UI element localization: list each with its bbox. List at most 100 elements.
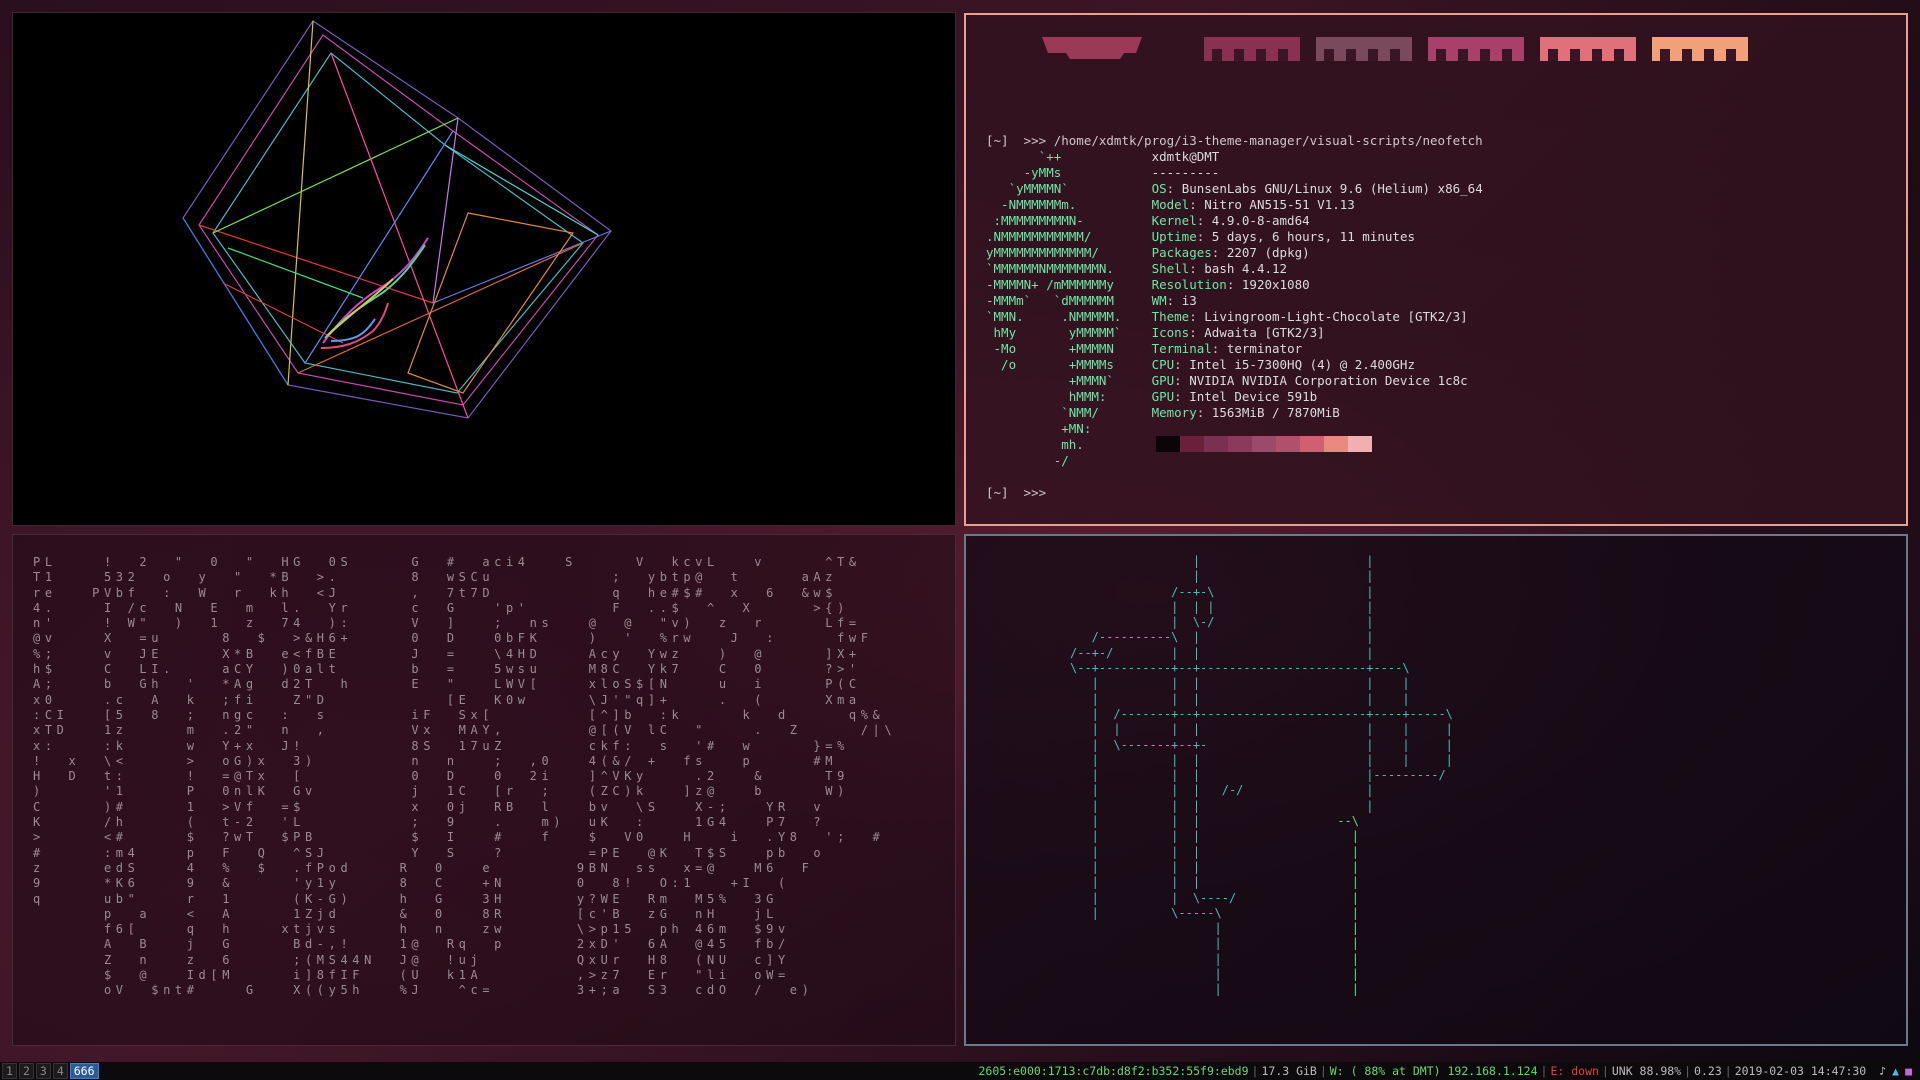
distro-logo-line: `yMMMMN` <box>986 181 1152 196</box>
neofetch-line: `yMMMMN` OS: BunsenLabs GNU/Linux 9.6 (H… <box>986 181 1483 196</box>
matrix-characters: PL ! 2 " 0 " HG 0S G # aci4 S V kcvL v ^… <box>33 555 896 999</box>
info-key: Uptime <box>1151 229 1197 244</box>
matrix-row: T1 532 o y " *B >. 8 wSCu ; ybtp@ t aAz <box>33 570 838 585</box>
matrix-row: ) '1 P 0nlK Gv j 1C [r ; (ZC)k ]z@ b W) <box>33 784 849 799</box>
distro-logo-line: +MN: <box>986 421 1152 436</box>
matrix-row: p a < A 1Zjd & 0 8R [c'B zG nH jL <box>33 906 778 921</box>
matrix-row: # :m4 p F Q ^SJ Y S ? =PE @K T$S pb o <box>33 845 826 860</box>
info-value: 1920x1080 <box>1241 277 1310 292</box>
distro-logo-line: -Mo +MMMMN <box>986 341 1152 356</box>
matrix-row: ! x \< > oG)x 3) n n ; ,0 4(&/ + fs p #M <box>33 753 838 768</box>
matrix-row: x0 .c A k ;fi Z"D [E K0w \J'"q]+ . ( Xma <box>33 692 861 707</box>
neofetch-line: -MMMMN+ /mMMMMMMy Resolution: 1920x1080 <box>986 277 1310 292</box>
pipes-terminal-window[interactable]: | | | | /--+-\ | | | | | | \-/ | /------… <box>964 534 1908 1046</box>
matrix-row: 9 *K6 9 & 'y1y 8 C +N 0 8! O:1 +I ( <box>33 876 790 891</box>
palette-swatch <box>1180 436 1204 452</box>
info-value: NVIDIA NVIDIA Corporation Device 1c8c <box>1189 373 1468 388</box>
matrix-row: Z n z 6 ;(MS44N J@ !uj QxUr H8 (NU c]Y <box>33 952 790 967</box>
header-block <box>1316 37 1412 61</box>
matrix-row: PL ! 2 " 0 " HG 0S G # aci4 S V kcvL v ^… <box>33 555 861 569</box>
header-block <box>1428 37 1524 61</box>
status-blocks: 2605:e000:1713:c7db:d8f2:b352:55f9:ebd9 |… <box>978 1062 1913 1080</box>
ipv6-address: 2605:e000:1713:c7db:d8f2:b352:55f9:ebd9 <box>978 1064 1249 1078</box>
distro-logo-line: :MMMMMMMMMN- <box>986 213 1152 228</box>
palette-swatch <box>1252 436 1276 452</box>
workspace-switcher[interactable]: 1 2 3 4 666 <box>2 1063 101 1079</box>
matrix-row: $ @ Id[M i]8fIF (U k1A ,>z7 Er "li oW= <box>33 968 790 983</box>
neofetch-line: `++ xdmtk@DMT <box>986 149 1220 164</box>
neofetch-terminal-window[interactable]: [~] >>> /home/xdmtk/prog/i3-theme-manage… <box>964 13 1908 526</box>
ethernet-status: E: down <box>1550 1064 1599 1078</box>
network-tray-icon[interactable]: ▲ <box>1886 1062 1899 1080</box>
info-key: GPU <box>1151 373 1175 388</box>
matrix-row: re PVbf : W r kh <J , 7t7D q he#$# x 6 &… <box>33 585 838 600</box>
info-key: Memory <box>1151 405 1197 420</box>
info-value: bash 4.4.12 <box>1204 261 1288 276</box>
neofetch-line: +MN: <box>986 421 1152 436</box>
info-key: Icons <box>1151 325 1190 340</box>
info-value: Adwaita [GTK2/3] <box>1204 325 1325 340</box>
info-value: 1563MiB / 7870MiB <box>1211 405 1340 420</box>
info-divider: --------- <box>1151 165 1220 180</box>
tray-app-icon[interactable]: ■ <box>1899 1062 1912 1080</box>
info-value: Intel Device 591b <box>1189 389 1318 404</box>
prompt-command: [~] >>> /home/xdmtk/prog/i3-theme-manage… <box>986 133 1483 148</box>
palette-swatch <box>1204 436 1228 452</box>
workspace-button-4[interactable]: 4 <box>52 1063 68 1079</box>
info-key: WM <box>1151 293 1167 308</box>
info-key: OS <box>1151 181 1167 196</box>
workspace-button-3[interactable]: 3 <box>35 1063 51 1079</box>
matrix-row: z edS 4 % $ .fPod R 0 e 9BN ss x=@ M6 F <box>33 860 814 875</box>
palette-swatch <box>1228 436 1252 452</box>
info-value: 5 days, 6 hours, 11 minutes <box>1211 229 1415 244</box>
info-key: CPU <box>1151 357 1175 372</box>
distro-logo-line: `++ <box>986 149 1152 164</box>
matrix-row: h$ C LI. aCY )0alt b = 5wsu M8C Yk7 C 0 … <box>33 662 861 677</box>
cube-visualizer-window[interactable] <box>12 12 956 526</box>
palette-swatch <box>1300 436 1324 452</box>
info-key: GPU <box>1151 389 1175 404</box>
wifi-status: W: ( 88% at DMT) 192.168.1.124 <box>1329 1064 1538 1078</box>
palette-swatch <box>1348 436 1372 452</box>
clock: 2019-02-03 14:47:30 <box>1734 1064 1867 1078</box>
matrix-row: x: :k w Y+x J! 8S 17uZ ckf: s '# w }=% <box>33 738 849 753</box>
distro-logo-line: .NMMMMMMMMMMM/ <box>986 229 1152 244</box>
distro-logo-line: -MMMm` `dMMMMMM <box>986 293 1152 308</box>
neofetch-line: -NMMMMMMm. Model: Nitro AN515-51 V1.13 <box>986 197 1355 212</box>
distro-logo-line: hMy yMMMMM` <box>986 325 1152 340</box>
distro-logo-line: -NMMMMMMm. <box>986 197 1152 212</box>
distro-logo-line: -/ <box>986 453 1152 468</box>
workspace-button-1[interactable]: 1 <box>2 1063 17 1079</box>
info-value: terminator <box>1226 341 1303 356</box>
distro-logo-line: mh. <box>986 437 1152 452</box>
info-value: Nitro AN515-51 V1.13 <box>1204 197 1355 212</box>
palette-swatch <box>1324 436 1348 452</box>
distro-logo-line: -yMMs <box>986 165 1152 180</box>
neofetch-line: hMMM: GPU: Intel Device 591b <box>986 389 1318 404</box>
distro-logo-line: -MMMMN+ /mMMMMMMy <box>986 277 1152 292</box>
distro-logo-line: yMMMMMMMMMMMMM/ <box>986 245 1152 260</box>
i3-status-bar: 1 2 3 4 666 2605:e000:1713:c7db:d8f2:b352:55… <box>0 1062 1920 1080</box>
neofetch-line: -yMMs --------- <box>986 165 1220 180</box>
neofetch-line: -/ <box>986 453 1152 468</box>
matrix-row: oV $nt# G X((y5h %J ^c= 3+;a S3 cdO / e) <box>33 983 814 998</box>
matrix-row: A B j G Bd-,! 1@ Rq p 2xD' 6A @45 fb/ <box>33 937 790 952</box>
neofetch-line: :MMMMMMMMMN- Kernel: 4.9.0-8-amd64 <box>986 213 1310 228</box>
volume-icon[interactable]: ♪ <box>1879 1062 1886 1080</box>
header-block <box>1204 37 1300 61</box>
neofetch-line: -Mo +MMMMN Terminal: terminator <box>986 341 1303 356</box>
pipes-ascii-art: | | | | /--+-\ | | | | | | \-/ | /------… <box>1070 554 1453 997</box>
neofetch-line: hMy yMMMMM` Icons: Adwaita [GTK2/3] <box>986 325 1325 340</box>
distro-logo-line: `MMN. .NMMMMM. <box>986 309 1152 324</box>
matrix-row: xTD 1z m .2" n , Vx MAY, @[(V lC " . Z /… <box>33 723 897 738</box>
load-average: 0.23 <box>1694 1064 1722 1078</box>
neofetch-line: `MMMMMMNMMMMMMMN. Shell: bash 4.4.12 <box>986 261 1288 276</box>
info-key: Shell <box>1151 261 1190 276</box>
matrix-row: > <# $ ?wT $PB $ I # f $ V0 H i .Y8 '; # <box>33 830 885 845</box>
info-value: Livingroom-Light-Chocolate [GTK2/3] <box>1204 309 1468 324</box>
header-block <box>1540 37 1636 61</box>
matrix-rain-terminal[interactable]: PL ! 2 " 0 " HG 0S G # aci4 S V kcvL v ^… <box>12 534 956 1046</box>
workspace-button-666[interactable]: 666 <box>69 1063 99 1079</box>
workspace-button-2[interactable]: 2 <box>18 1063 34 1079</box>
battery-status: UNK 88.98% <box>1611 1064 1682 1078</box>
